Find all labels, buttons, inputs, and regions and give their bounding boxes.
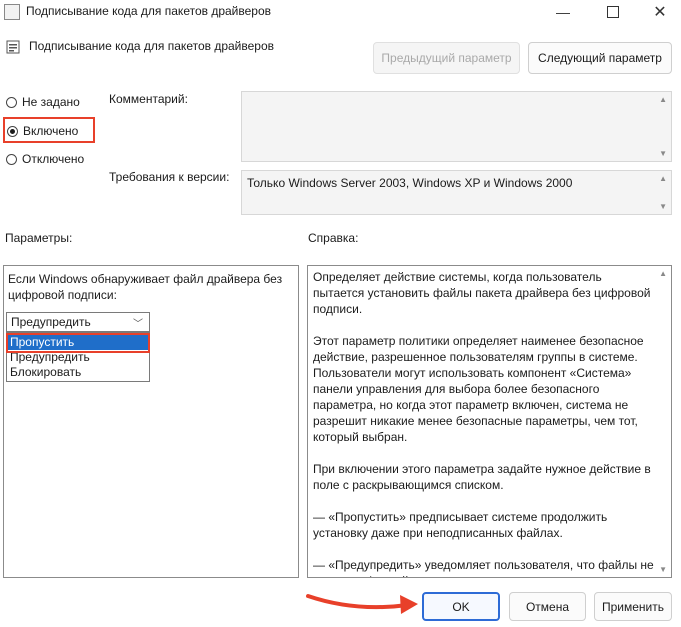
scroll-down-icon[interactable]: ▼ bbox=[659, 149, 667, 158]
radio-label: Включено bbox=[23, 124, 79, 138]
scroll-up-icon[interactable]: ▲ bbox=[659, 174, 667, 183]
minimize-button[interactable]: — bbox=[548, 0, 578, 24]
policy-icon bbox=[4, 4, 20, 20]
help-paragraph: Этот параметр политики определяет наимен… bbox=[313, 334, 644, 444]
help-paragraph: При включении этого параметра задайте ну… bbox=[313, 462, 651, 492]
supported-value: Только Windows Server 2003, Windows XP и… bbox=[247, 176, 573, 190]
skip-highlight-box bbox=[6, 333, 150, 353]
arrow-annotation-icon bbox=[306, 594, 418, 614]
help-paragraph: Определяет действие системы, когда польз… bbox=[313, 270, 651, 316]
options-description: Если Windows обнаруживает файл драйвера … bbox=[8, 272, 283, 302]
action-select[interactable]: Предупредить ﹀ bbox=[6, 312, 150, 332]
radio-circle bbox=[7, 125, 18, 137]
window-title: Подписывание кода для пакетов драйверов bbox=[26, 4, 272, 18]
radio-label: Не задано bbox=[22, 95, 80, 109]
options-label: Параметры: bbox=[5, 231, 73, 245]
maximize-icon bbox=[607, 6, 619, 18]
radio-enabled[interactable]: Включено bbox=[7, 124, 78, 138]
dropdown-item-block[interactable]: Блокировать bbox=[7, 365, 149, 380]
comment-label: Комментарий: bbox=[109, 92, 188, 106]
maximize-button[interactable] bbox=[598, 0, 628, 24]
help-paragraph: — «Предупредить» уведомляет пользователя… bbox=[313, 558, 654, 577]
select-value: Предупредить bbox=[11, 315, 91, 329]
comment-textarea[interactable]: ▲ ▼ bbox=[241, 91, 672, 162]
policy-title: Подписывание кода для пакетов драйверов bbox=[29, 39, 275, 53]
cancel-button[interactable]: Отмена bbox=[509, 592, 586, 621]
scroll-up-icon[interactable]: ▲ bbox=[659, 95, 667, 104]
scroll-down-icon[interactable]: ▼ bbox=[659, 565, 667, 574]
scroll-down-icon[interactable]: ▼ bbox=[659, 202, 667, 211]
help-text: Определяет действие системы, когда польз… bbox=[308, 266, 671, 577]
apply-button[interactable]: Применить bbox=[594, 592, 672, 621]
radio-circle bbox=[6, 153, 17, 165]
title-bar: Подписывание кода для пакетов драйверов … bbox=[0, 0, 681, 26]
options-panel: Если Windows обнаруживает файл драйвера … bbox=[3, 265, 299, 578]
scroll-up-icon[interactable]: ▲ bbox=[659, 269, 667, 278]
help-panel: Определяет действие системы, когда польз… bbox=[307, 265, 672, 578]
previous-setting-button[interactable]: Предыдущий параметр bbox=[373, 42, 520, 74]
radio-disabled[interactable]: Отключено bbox=[6, 152, 84, 166]
supported-textbox: Только Windows Server 2003, Windows XP и… bbox=[241, 170, 672, 215]
next-setting-button[interactable]: Следующий параметр bbox=[528, 42, 672, 74]
ok-button[interactable]: OK bbox=[422, 592, 500, 621]
radio-label: Отключено bbox=[22, 152, 85, 166]
policy-setting-icon bbox=[6, 40, 20, 54]
supported-label: Требования к версии: bbox=[109, 170, 230, 184]
chevron-down-icon: ﹀ bbox=[133, 319, 143, 330]
help-label: Справка: bbox=[308, 231, 359, 245]
help-paragraph: — «Пропустить» предписывает системе прод… bbox=[313, 510, 608, 540]
radio-circle bbox=[6, 96, 17, 108]
radio-not-configured[interactable]: Не задано bbox=[6, 95, 80, 109]
close-button[interactable]: ✕ bbox=[645, 0, 675, 24]
